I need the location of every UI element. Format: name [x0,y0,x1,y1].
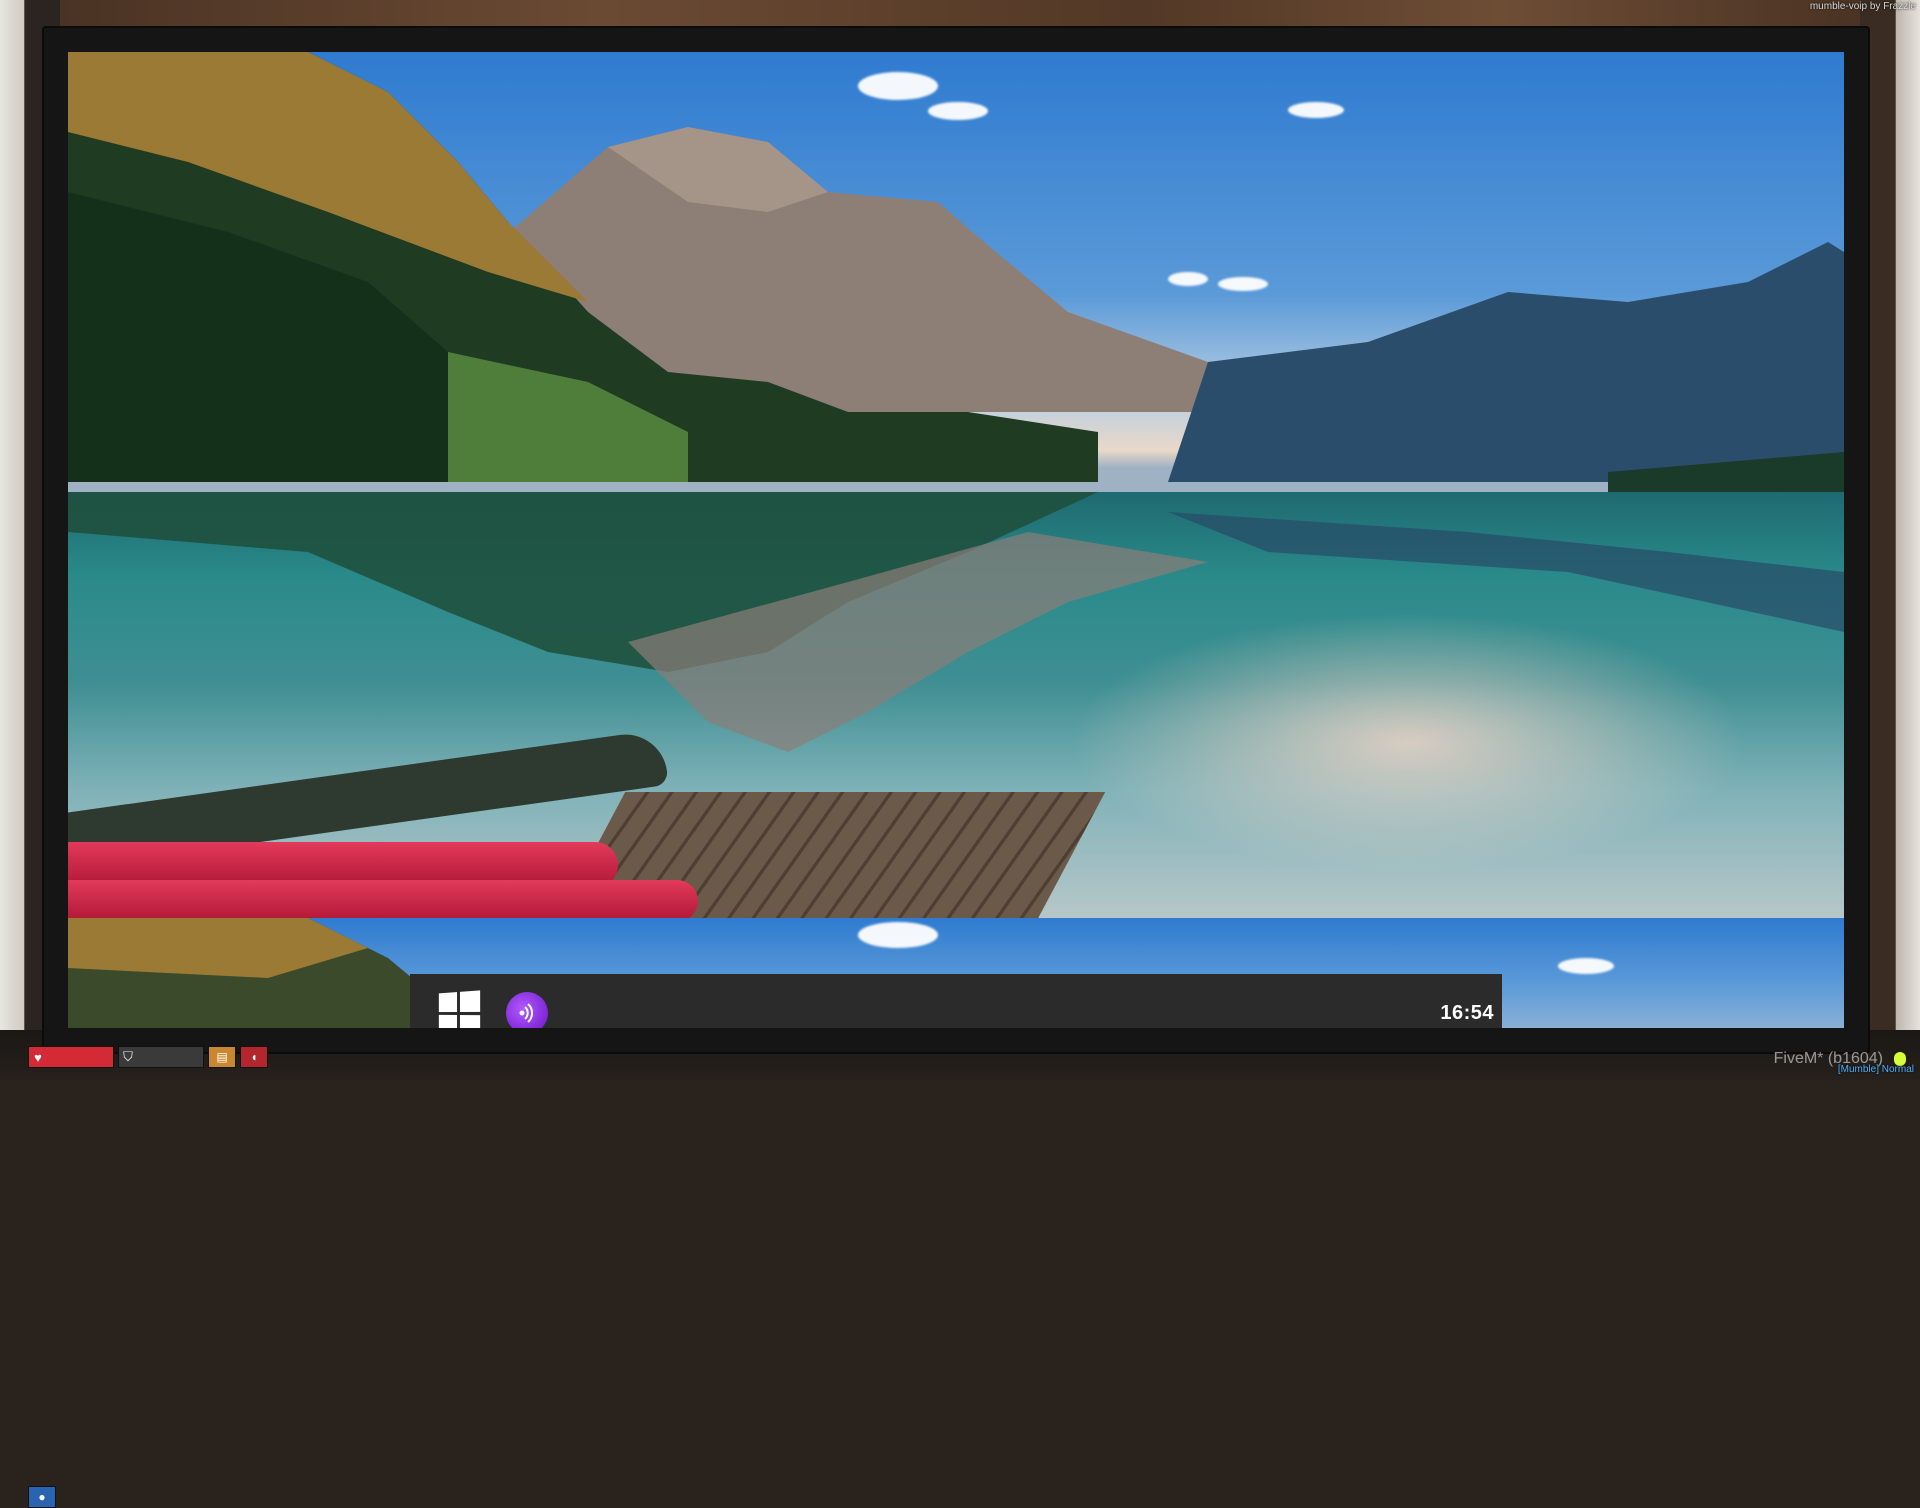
food-icon: ▤ [208,1046,236,1068]
armor-bar: ⛉ [118,1046,204,1068]
right-wall [1860,0,1920,1080]
mumble-status: [Mumble] Normal [1837,1064,1914,1075]
desktop-screen[interactable]: 16:54 [68,52,1844,1028]
heart-icon: ♥ [34,1049,42,1065]
monitor: 16:54 [44,28,1868,1052]
mumble-credit: mumble-voip by Frazzle [1809,1,1916,12]
health-bar: ♥ [28,1046,114,1068]
stress-icon: ◖ [240,1046,268,1068]
windows-logo-icon [438,990,481,1028]
desktop-wallpaper [68,52,1844,918]
water-icon: ● [28,1486,56,1508]
taskbar: 16:54 [410,974,1502,1028]
purple-audio-app-icon [506,992,548,1028]
taskbar-app-button[interactable] [492,974,562,1028]
player-status-hud: ♥ ⛉ ▤ ● ◖ [28,1046,268,1508]
taskbar-clock[interactable]: 16:54 [1440,1002,1494,1025]
shield-icon: ⛉ [123,1049,133,1064]
start-button[interactable] [424,974,492,1028]
